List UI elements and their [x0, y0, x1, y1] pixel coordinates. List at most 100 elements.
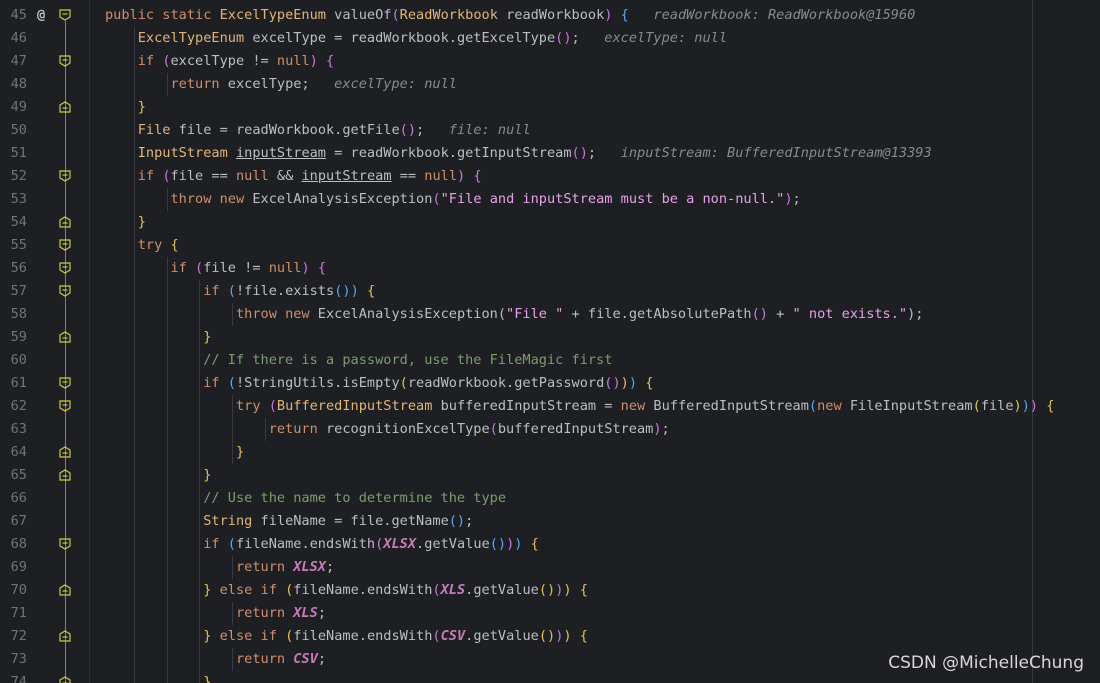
code-text[interactable]: InputStream inputStream = readWorkbook.g…	[105, 142, 932, 165]
line-number[interactable]: 60	[0, 349, 27, 372]
code-line[interactable]: 65 }	[0, 464, 1100, 487]
code-text[interactable]: try {	[105, 234, 179, 257]
line-number[interactable]: 71	[0, 602, 27, 625]
line-number[interactable]: 53	[0, 188, 27, 211]
line-number[interactable]: 59	[0, 326, 27, 349]
code-text[interactable]: if (excelType != null) {	[105, 50, 334, 73]
line-number[interactable]: 68	[0, 533, 27, 556]
code-line[interactable]: 64 }	[0, 441, 1100, 464]
fold-close-icon[interactable]	[59, 469, 71, 481]
fold-close-icon[interactable]	[59, 676, 71, 683]
code-editor[interactable]: 45 @ public static ExcelTypeEnum valueOf(R…	[0, 0, 1100, 683]
code-text[interactable]: }	[105, 96, 146, 119]
code-line[interactable]: 50 File file = readWorkbook.getFile(); f…	[0, 119, 1100, 142]
line-number[interactable]: 67	[0, 510, 27, 533]
line-number[interactable]: 48	[0, 73, 27, 96]
code-text[interactable]: File file = readWorkbook.getFile(); file…	[105, 119, 531, 142]
code-text[interactable]: return CSV;	[105, 648, 326, 671]
line-number[interactable]: 54	[0, 211, 27, 234]
fold-open-icon[interactable]	[59, 538, 71, 550]
fold-close-icon[interactable]	[59, 331, 71, 343]
line-number[interactable]: 51	[0, 142, 27, 165]
line-number[interactable]: 50	[0, 119, 27, 142]
fold-open-icon[interactable]	[59, 377, 71, 389]
line-number[interactable]: 69	[0, 556, 27, 579]
line-number[interactable]: 56	[0, 257, 27, 280]
line-number[interactable]: 72	[0, 625, 27, 648]
code-text[interactable]: if (fileName.endsWith(XLSX.getValue())) …	[105, 533, 539, 556]
line-number[interactable]: 57	[0, 280, 27, 303]
line-number[interactable]: 64	[0, 441, 27, 464]
code-text[interactable]: }	[105, 441, 244, 464]
code-line[interactable]: 54 }	[0, 211, 1100, 234]
code-text[interactable]: } else if (fileName.endsWith(CSV.getValu…	[105, 625, 588, 648]
code-line[interactable]: 49 }	[0, 96, 1100, 119]
code-line[interactable]: 60 // If there is a password, use the Fi…	[0, 349, 1100, 372]
line-number[interactable]: 52	[0, 165, 27, 188]
line-number[interactable]: 70	[0, 579, 27, 602]
fold-open-icon[interactable]	[59, 400, 71, 412]
fold-close-icon[interactable]	[59, 584, 71, 596]
code-text[interactable]: return XLSX;	[105, 556, 334, 579]
fold-close-icon[interactable]	[59, 101, 71, 113]
code-line[interactable]: 67 String fileName = file.getName();	[0, 510, 1100, 533]
code-text[interactable]: // If there is a password, use the FileM…	[105, 349, 612, 372]
code-text[interactable]: if (file != null) {	[105, 257, 326, 280]
line-number[interactable]: 49	[0, 96, 27, 119]
override-marker-icon[interactable]: @	[37, 4, 45, 27]
code-line[interactable]: 62 try (BufferedInputStream bufferedInpu…	[0, 395, 1100, 418]
code-line[interactable]: 48 return excelType; excelType: null	[0, 73, 1100, 96]
code-line[interactable]: 46 ExcelTypeEnum excelType = readWorkboo…	[0, 27, 1100, 50]
code-text[interactable]: throw new ExcelAnalysisException("File a…	[105, 188, 800, 211]
line-number[interactable]: 66	[0, 487, 27, 510]
code-line[interactable]: 61 if (!StringUtils.isEmpty(readWorkbook…	[0, 372, 1100, 395]
fold-open-icon[interactable]	[59, 170, 71, 182]
code-line[interactable]: 52 if (file == null && inputStream == nu…	[0, 165, 1100, 188]
line-number[interactable]: 55	[0, 234, 27, 257]
code-text[interactable]: String fileName = file.getName();	[105, 510, 473, 533]
code-line[interactable]: 70 } else if (fileName.endsWith(XLS.getV…	[0, 579, 1100, 602]
code-text[interactable]: return recognitionExcelType(bufferedInpu…	[105, 418, 670, 441]
code-line[interactable]: 55 try {	[0, 234, 1100, 257]
code-line[interactable]: 57 if (!file.exists()) {	[0, 280, 1100, 303]
code-line[interactable]: 59 }	[0, 326, 1100, 349]
code-text[interactable]: if (file == null && inputStream == null)…	[105, 165, 482, 188]
code-line[interactable]: 58 throw new ExcelAnalysisException("Fil…	[0, 303, 1100, 326]
code-text[interactable]: if (!StringUtils.isEmpty(readWorkbook.ge…	[105, 372, 653, 395]
code-line[interactable]: 47 if (excelType != null) {	[0, 50, 1100, 73]
line-number[interactable]: 62	[0, 395, 27, 418]
code-text[interactable]: }	[105, 326, 211, 349]
fold-open-icon[interactable]	[59, 239, 71, 251]
line-number[interactable]: 45	[0, 4, 27, 27]
code-text[interactable]: }	[105, 671, 211, 683]
fold-open-icon[interactable]	[59, 285, 71, 297]
code-line[interactable]: 53 throw new ExcelAnalysisException("Fil…	[0, 188, 1100, 211]
code-line[interactable]: 63 return recognitionExcelType(bufferedI…	[0, 418, 1100, 441]
code-text[interactable]: return XLS;	[105, 602, 326, 625]
fold-close-icon[interactable]	[59, 216, 71, 228]
code-text[interactable]: return excelType; excelType: null	[105, 73, 456, 96]
fold-close-icon[interactable]	[59, 446, 71, 458]
code-line[interactable]: 71 return XLS;	[0, 602, 1100, 625]
code-line[interactable]: 66 // Use the name to determine the type	[0, 487, 1100, 510]
code-text[interactable]: try (BufferedInputStream bufferedInputSt…	[105, 395, 1055, 418]
code-text[interactable]: } else if (fileName.endsWith(XLS.getValu…	[105, 579, 588, 602]
line-number[interactable]: 47	[0, 50, 27, 73]
code-text[interactable]: ExcelTypeEnum excelType = readWorkbook.g…	[105, 27, 727, 50]
line-number[interactable]: 63	[0, 418, 27, 441]
code-line[interactable]: 72 } else if (fileName.endsWith(CSV.getV…	[0, 625, 1100, 648]
line-number[interactable]: 46	[0, 27, 27, 50]
fold-open-icon[interactable]	[59, 9, 71, 21]
line-number[interactable]: 74	[0, 671, 27, 683]
code-text[interactable]: }	[105, 464, 211, 487]
code-text[interactable]: throw new ExcelAnalysisException("File "…	[105, 303, 924, 326]
line-number[interactable]: 61	[0, 372, 27, 395]
code-text[interactable]: // Use the name to determine the type	[105, 487, 506, 510]
fold-open-icon[interactable]	[59, 55, 71, 67]
code-text[interactable]: public static ExcelTypeEnum valueOf(Read…	[105, 4, 915, 27]
code-text[interactable]: }	[105, 211, 146, 234]
code-line[interactable]: 56 if (file != null) {	[0, 257, 1100, 280]
code-text[interactable]: if (!file.exists()) {	[105, 280, 375, 303]
code-line[interactable]: 45 @ public static ExcelTypeEnum valueOf(R…	[0, 4, 1100, 27]
code-line[interactable]: 69 return XLSX;	[0, 556, 1100, 579]
